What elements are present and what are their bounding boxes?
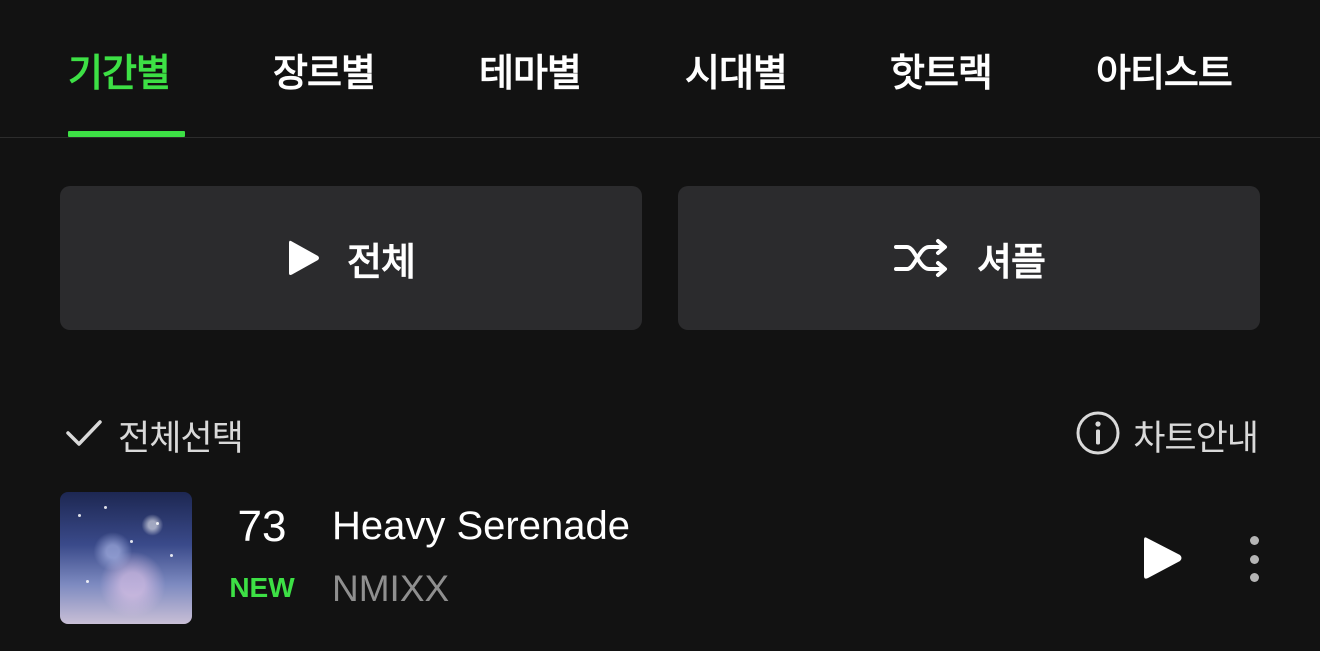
album-sparkle (170, 554, 173, 557)
album-cover[interactable] (60, 492, 192, 624)
tab-genre[interactable]: 장르별 (273, 42, 376, 138)
play-all-label: 전체 (347, 239, 416, 284)
shuffle-icon (893, 238, 951, 278)
album-sparkle (78, 514, 81, 517)
track-title[interactable]: Heavy Serenade (332, 504, 630, 549)
tab-period[interactable]: 기간별 (68, 42, 171, 138)
tab-hot-track[interactable]: 핫트랙 (890, 42, 993, 138)
track-play-button[interactable] (1140, 534, 1184, 582)
shuffle-button[interactable]: 셔플 (678, 186, 1260, 330)
album-sparkle (104, 506, 107, 509)
chart-rank: 73 (237, 502, 287, 551)
play-icon (287, 238, 321, 278)
chart-page: 기간별 장르별 테마별 시대별 핫트랙 아티스트 전체 셔플 전체선택 차트안내… (0, 0, 1320, 651)
select-all-control[interactable]: 전체선택 (64, 410, 244, 460)
album-sparkle (86, 580, 89, 583)
active-tab-indicator (68, 131, 185, 137)
album-sparkle (130, 540, 133, 543)
track-artist[interactable]: NMIXX (332, 568, 449, 610)
album-sparkle (156, 522, 159, 525)
shuffle-label: 셔플 (977, 239, 1046, 284)
check-icon (64, 416, 104, 454)
select-all-label: 전체선택 (118, 418, 244, 459)
more-options-button[interactable] (1236, 532, 1272, 586)
category-tabs: 기간별 장르별 테마별 시대별 핫트랙 아티스트 (0, 0, 1320, 138)
new-badge: NEW (229, 572, 295, 603)
chart-info-label: 차트안내 (1133, 418, 1259, 459)
track-row[interactable]: 73 NEW Heavy Serenade NMIXX (0, 490, 1320, 625)
chart-info-control[interactable]: 차트안내 (1075, 410, 1259, 460)
more-dot (1249, 573, 1259, 582)
tab-theme[interactable]: 테마별 (479, 42, 582, 138)
tab-artist[interactable]: 아티스트 (1096, 42, 1233, 138)
play-icon (1144, 537, 1182, 579)
info-icon (1075, 410, 1121, 460)
more-dot (1249, 554, 1259, 564)
play-all-button[interactable]: 전체 (60, 186, 642, 330)
more-dot (1249, 536, 1259, 545)
tab-era[interactable]: 시대별 (685, 42, 788, 138)
